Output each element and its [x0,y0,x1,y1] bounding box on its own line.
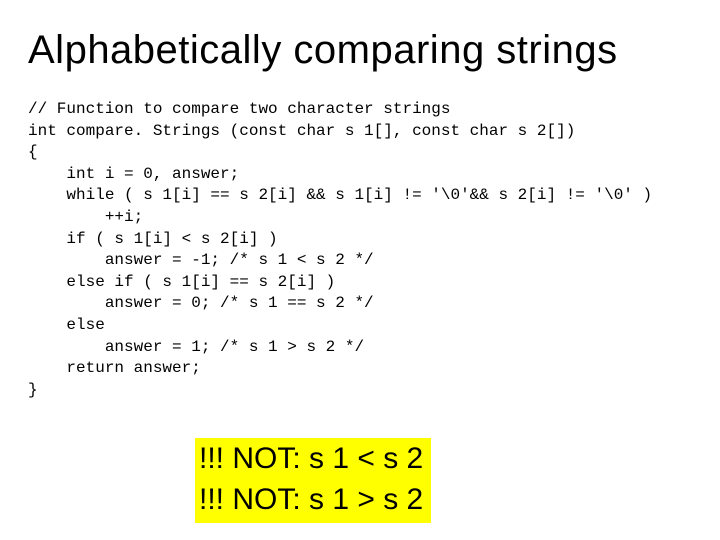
code-line: if ( s 1[i] < s 2[i] ) [28,230,278,248]
code-line: // Function to compare two character str… [28,100,450,118]
slide: Alphabetically comparing strings // Func… [0,0,720,540]
code-line: answer = -1; /* s 1 < s 2 */ [28,251,374,269]
callout-line: !!! NOT: s 1 < s 2 [199,439,423,480]
code-line: } [28,381,38,399]
callout-line: !!! NOT: s 1 > s 2 [199,480,423,521]
code-block: // Function to compare two character str… [28,99,692,401]
code-line: else [28,316,105,334]
code-line: else if ( s 1[i] == s 2[i] ) [28,273,335,291]
code-line: answer = 0; /* s 1 == s 2 */ [28,294,374,312]
code-line: ++i; [28,208,143,226]
code-line: answer = 1; /* s 1 > s 2 */ [28,338,364,356]
callout-box: !!! NOT: s 1 < s 2 !!! NOT: s 1 > s 2 [195,438,431,523]
code-line: int i = 0, answer; [28,165,239,183]
code-line: { [28,143,38,161]
code-line: while ( s 1[i] == s 2[i] && s 1[i] != '\… [28,186,652,204]
slide-title: Alphabetically comparing strings [28,28,692,73]
code-line: return answer; [28,359,201,377]
code-line: int compare. Strings (const char s 1[], … [28,122,575,140]
